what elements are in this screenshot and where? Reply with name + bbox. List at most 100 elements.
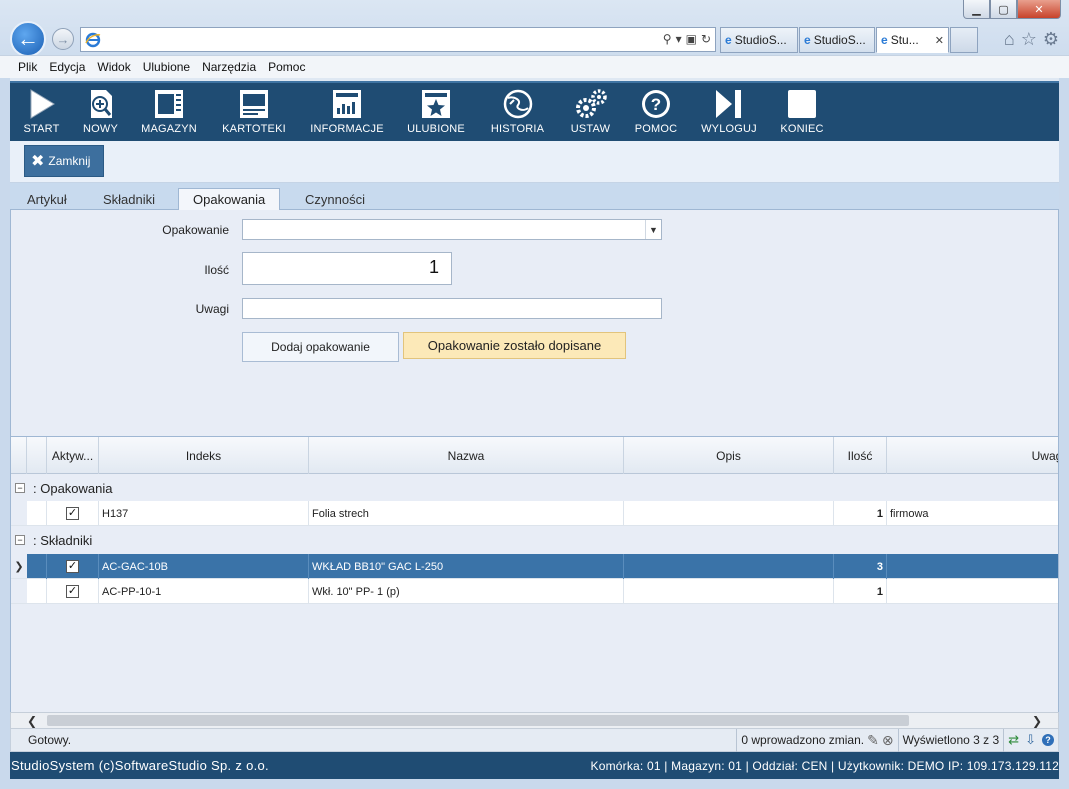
refresh-icon[interactable]: ↻ bbox=[701, 32, 711, 46]
menu-edycja[interactable]: Edycja bbox=[49, 60, 85, 74]
collapse-icon[interactable]: − bbox=[15, 535, 25, 545]
active-checkbox[interactable]: ✓ bbox=[47, 579, 99, 604]
column-header-active[interactable]: Aktyw... bbox=[47, 437, 99, 474]
back-arrow-icon[interactable]: ← bbox=[10, 21, 46, 57]
help-icon: ? bbox=[642, 90, 670, 118]
browser-tab-3[interactable]: e Stu... ✕ bbox=[876, 27, 949, 53]
toolbar-help-button[interactable]: ? POMOC bbox=[622, 83, 690, 141]
tab-czynnosci[interactable]: Czynności bbox=[291, 188, 379, 210]
menu-plik[interactable]: Plik bbox=[18, 60, 37, 74]
grid-header-indicator bbox=[11, 437, 27, 474]
column-header-notes[interactable]: Uwagi bbox=[887, 437, 1058, 474]
toolbar-settings-button[interactable]: USTAW bbox=[559, 83, 622, 141]
scroll-right-icon[interactable]: ❯ bbox=[1028, 713, 1046, 728]
close-tab-icon[interactable]: ✕ bbox=[935, 34, 944, 47]
scroll-left-icon[interactable]: ❮ bbox=[23, 713, 41, 728]
menu-bar: Plik Edycja Widok Ulubione Narzędzia Pom… bbox=[0, 55, 1069, 78]
group-row-packaging[interactable]: − : Opakowania bbox=[11, 475, 113, 501]
toolbar-history-button[interactable]: HISTORIA bbox=[476, 83, 559, 141]
scrollbar-thumb[interactable] bbox=[47, 715, 909, 726]
toolbar-warehouse-button[interactable]: MAGAZYN bbox=[128, 83, 210, 141]
dropdown-icon[interactable]: ▾ bbox=[676, 32, 682, 46]
maximize-icon[interactable]: ▢ bbox=[990, 0, 1017, 19]
favorites-star-icon[interactable]: ☆ bbox=[1021, 29, 1037, 50]
table-row[interactable]: ✓ AC-PP-10-1 Wkł. 10" PP- 1 (p) 1 bbox=[27, 579, 1058, 604]
status-bar: Gotowy. 0 wprowadzono zmian. ✎ ⊗ Wyświet… bbox=[10, 728, 1059, 752]
tab-artykul[interactable]: Artykuł bbox=[13, 188, 81, 210]
search-icon[interactable]: ⚲ bbox=[663, 32, 672, 46]
close-x-icon: ✖ bbox=[31, 153, 45, 170]
quantity-input[interactable]: 1 bbox=[242, 252, 452, 285]
help-icon[interactable]: ? bbox=[1042, 734, 1054, 746]
horizontal-scrollbar[interactable]: ❮ ❯ bbox=[10, 712, 1059, 729]
active-checkbox[interactable]: ✓ bbox=[47, 554, 99, 579]
tab-opakowania[interactable]: Opakowania bbox=[178, 188, 281, 211]
address-bar[interactable]: ⚲ ▾ ▣ ↻ bbox=[80, 27, 716, 52]
group-title: : Opakowania bbox=[33, 480, 113, 496]
column-header-name[interactable]: Nazwa bbox=[309, 437, 624, 474]
toolbar-start-button[interactable]: START bbox=[10, 83, 73, 141]
new-tab-button[interactable] bbox=[950, 27, 978, 53]
chevron-down-icon[interactable]: ▼ bbox=[645, 220, 661, 239]
settings-gear-icon[interactable]: ⚙ bbox=[1043, 29, 1059, 50]
browser-tab-2[interactable]: e StudioS... bbox=[799, 27, 875, 53]
add-packaging-button[interactable]: Dodaj opakowanie bbox=[242, 332, 399, 362]
menu-widok[interactable]: Widok bbox=[97, 60, 130, 74]
notes-label: Uwagi bbox=[195, 302, 229, 316]
forward-arrow-icon[interactable]: → bbox=[52, 28, 74, 50]
star-icon bbox=[422, 90, 450, 118]
quantity-label: Ilość bbox=[204, 263, 229, 277]
tab-skladniki[interactable]: Składniki bbox=[89, 188, 169, 210]
toolbar-label: KONIEC bbox=[780, 123, 824, 135]
toolbar-label: ULUBIONE bbox=[407, 123, 465, 135]
toolbar-favorites-button[interactable]: ULUBIONE bbox=[396, 83, 476, 141]
status-tools: ⇄ ⇩ ? bbox=[1003, 728, 1058, 752]
window-controls: ▁ ▢ ✕ bbox=[963, 0, 1061, 19]
cell-quantity: 3 bbox=[834, 554, 887, 579]
toolbar-records-button[interactable]: KARTOTEKI bbox=[210, 83, 298, 141]
menu-narzedzia[interactable]: Narzędzia bbox=[202, 60, 256, 74]
sub-toolbar: ✖ Zamknij bbox=[10, 141, 1059, 183]
cell-index: H137 bbox=[99, 501, 309, 526]
column-header-description[interactable]: Opis bbox=[624, 437, 834, 474]
checkbox[interactable]: ✓ bbox=[66, 560, 79, 573]
group-row-components[interactable]: − : Składniki bbox=[11, 527, 92, 553]
row-blank bbox=[27, 554, 47, 579]
collapse-icon[interactable]: − bbox=[15, 483, 25, 493]
save-changes-icon[interactable]: ✎ bbox=[867, 732, 879, 749]
compat-view-icon[interactable]: ▣ bbox=[686, 32, 697, 46]
ie-logo-icon: e bbox=[881, 33, 888, 47]
close-form-button[interactable]: ✖ Zamknij bbox=[24, 145, 104, 177]
toolbar-info-button[interactable]: INFORMACJE bbox=[298, 83, 396, 141]
grid-header: Aktyw... Indeks Nazwa Opis Ilość Uwagi bbox=[11, 437, 1058, 474]
column-header-index[interactable]: Indeks bbox=[99, 437, 309, 474]
menu-ulubione[interactable]: Ulubione bbox=[143, 60, 190, 74]
cell-name: Wkł. 10" PP- 1 (p) bbox=[309, 579, 624, 604]
minimize-icon[interactable]: ▁ bbox=[963, 0, 990, 19]
table-row-selected[interactable]: ✓ AC-GAC-10B WKŁAD BB10" GAC L-250 3 bbox=[27, 554, 1058, 579]
row-indicator[interactable] bbox=[11, 579, 27, 604]
toolbar-label: NOWY bbox=[82, 123, 119, 135]
refresh-icon[interactable]: ⇄ bbox=[1008, 732, 1019, 748]
active-checkbox[interactable]: ✓ bbox=[47, 501, 99, 526]
browser-chrome: ▁ ▢ ✕ ← → ⚲ ▾ ▣ ↻ e StudioS... e StudioS… bbox=[0, 0, 1069, 78]
packaging-select[interactable]: ▼ bbox=[242, 219, 662, 240]
checkbox[interactable]: ✓ bbox=[66, 507, 79, 520]
home-icon[interactable]: ⌂ bbox=[1004, 29, 1015, 50]
column-header-quantity[interactable]: Ilość bbox=[834, 437, 887, 474]
browser-tab-label: StudioS... bbox=[734, 33, 787, 47]
toolbar-label: KARTOTEKI bbox=[222, 123, 286, 135]
cancel-changes-icon[interactable]: ⊗ bbox=[882, 732, 894, 749]
export-icon[interactable]: ⇩ bbox=[1025, 732, 1036, 748]
current-row-arrow-icon[interactable]: ❯ bbox=[11, 554, 27, 579]
browser-tab-1[interactable]: e StudioS... bbox=[720, 27, 798, 53]
table-row[interactable]: ✓ H137 Folia strech 1 firmowa bbox=[27, 501, 1058, 526]
toolbar-logout-button[interactable]: WYLOGUJ bbox=[690, 83, 768, 141]
toolbar-exit-button[interactable]: KONIEC bbox=[768, 83, 836, 141]
checkbox[interactable]: ✓ bbox=[66, 585, 79, 598]
close-window-icon[interactable]: ✕ bbox=[1017, 0, 1061, 19]
row-indicator[interactable] bbox=[11, 501, 27, 526]
notes-input[interactable] bbox=[242, 298, 662, 319]
toolbar-new-button[interactable]: NOWY bbox=[73, 83, 128, 141]
menu-pomoc[interactable]: Pomoc bbox=[268, 60, 305, 74]
